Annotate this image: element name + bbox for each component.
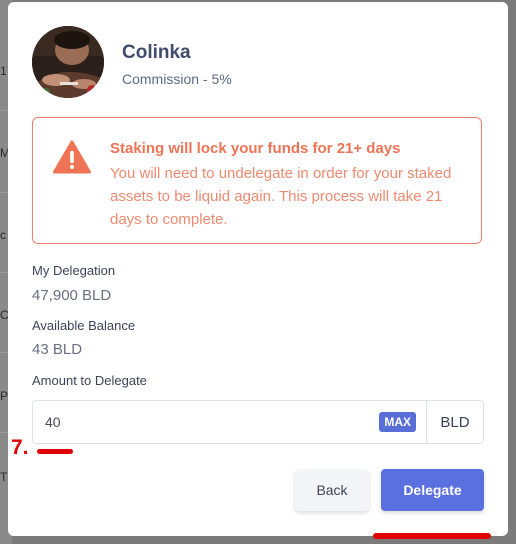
delegate-button[interactable]: Delegate (381, 469, 484, 511)
delegate-modal: Colinka Commission - 5% Staking will loc… (8, 2, 508, 536)
amount-to-delegate-label: Amount to Delegate (32, 373, 147, 388)
validator-name: Colinka (122, 42, 191, 63)
amount-input-group: MAX BLD (32, 400, 484, 444)
warning-triangle-icon (53, 140, 91, 174)
my-delegation-value: 47,900 BLD (32, 287, 112, 304)
validator-avatar (32, 26, 104, 98)
step-annotation-underline (37, 449, 73, 454)
amount-unit: BLD (426, 401, 483, 443)
amount-input[interactable] (33, 401, 380, 443)
my-delegation-label: My Delegation (32, 263, 116, 278)
back-button[interactable]: Back (295, 469, 369, 511)
available-balance-label: Available Balance (32, 318, 136, 333)
staking-warning: Staking will lock your funds for 21+ day… (32, 117, 482, 244)
delegate-annotation-underline (373, 533, 491, 539)
warning-body: You will need to undelegate in order for… (110, 165, 452, 228)
step-annotation-label: 7. (11, 436, 29, 459)
available-balance-value: 43 BLD (32, 341, 83, 358)
avatar-photo-icon (32, 26, 104, 98)
max-button[interactable]: MAX (379, 412, 416, 432)
validator-commission: Commission - 5% (122, 71, 232, 87)
warning-title: Staking will lock your funds for 21+ day… (110, 140, 401, 157)
